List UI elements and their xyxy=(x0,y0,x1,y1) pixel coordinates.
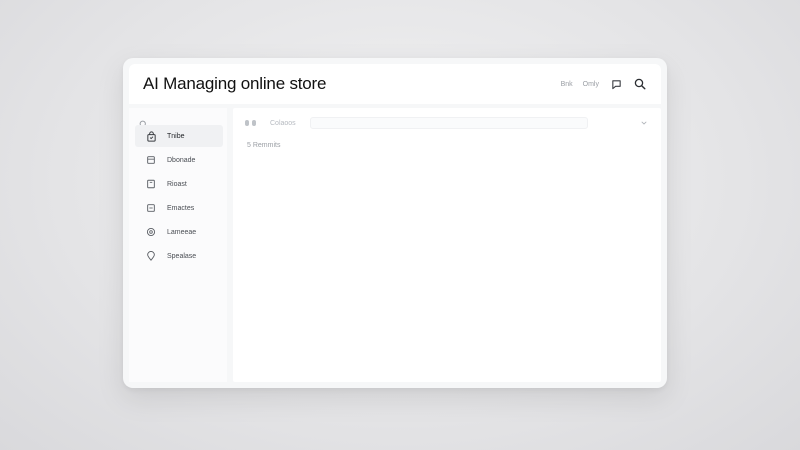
header-actions: Bnk Omly xyxy=(561,77,647,91)
sidebar-item-label: Rioast xyxy=(167,180,187,188)
gear-icon xyxy=(145,226,157,238)
chevron-down-icon[interactable] xyxy=(639,118,649,128)
sidebar-item-tnibe[interactable]: Tnibe xyxy=(135,125,223,147)
database-icon xyxy=(145,154,157,166)
header-link-2[interactable]: Omly xyxy=(583,81,599,88)
view-toggle[interactable] xyxy=(245,120,256,126)
sidebar-item-label: Emactes xyxy=(167,204,195,212)
minus-box-icon xyxy=(145,202,157,214)
pin-icon xyxy=(145,250,157,262)
app-window: AI Managing online store Bnk Omly Tnibe xyxy=(123,58,667,388)
toolbar-label: Colaoos xyxy=(270,119,296,127)
sidebar-item-label: Dbonade xyxy=(167,156,196,164)
header-link-1[interactable]: Bnk xyxy=(561,81,573,88)
chat-icon[interactable] xyxy=(609,77,623,91)
main-content: Colaoos 5 Remmits xyxy=(233,108,661,382)
sidebar: Tnibe Dbonade Rioast Emactes Lameeae Spe… xyxy=(129,108,227,382)
page-title: AI Managing online store xyxy=(143,74,327,93)
view-toggle-dot xyxy=(245,120,249,126)
sidebar-item-label: Lameeae xyxy=(167,228,197,236)
result-count: 5 Remmits xyxy=(247,142,281,149)
sidebar-item-spealase[interactable]: Spealase xyxy=(135,245,223,267)
view-toggle-dot xyxy=(252,120,256,126)
search-icon[interactable] xyxy=(633,77,647,91)
sidebar-item-dbonade[interactable]: Dbonade xyxy=(135,149,223,171)
sidebar-item-label: Spealase xyxy=(167,252,197,260)
document-icon xyxy=(145,178,157,190)
sidebar-item-emactes[interactable]: Emactes xyxy=(135,197,223,219)
sidebar-item-lameeae[interactable]: Lameeae xyxy=(135,221,223,243)
filter-toolbar: Colaoos xyxy=(245,116,649,130)
bag-icon xyxy=(145,130,157,142)
sidebar-item-label: Tnibe xyxy=(167,132,185,140)
sidebar-item-rioast[interactable]: Rioast xyxy=(135,173,223,195)
app-header: AI Managing online store Bnk Omly xyxy=(129,64,661,104)
filter-input[interactable] xyxy=(309,117,588,129)
